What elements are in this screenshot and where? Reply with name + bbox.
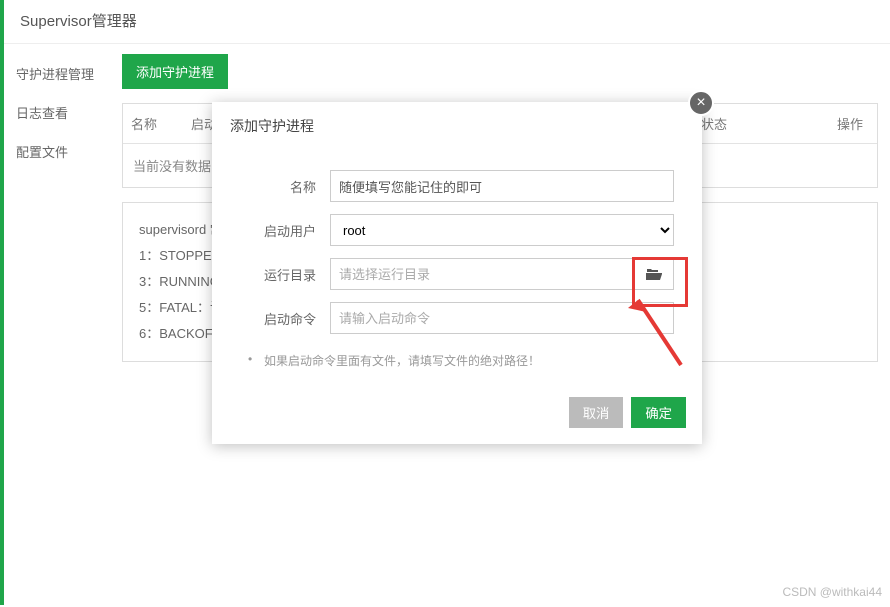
sidebar: 守护进程管理 日志查看 配置文件: [0, 44, 110, 607]
cmd-input[interactable]: [330, 302, 674, 334]
modal-footer: 取消 确定: [212, 385, 702, 444]
modal-title: 添加守护进程: [212, 102, 702, 150]
add-process-modal: × 添加守护进程 名称 启动用户 root 运行目录 启动命令 如果启动: [212, 102, 702, 444]
add-process-button[interactable]: 添加守护进程: [122, 54, 228, 89]
folder-open-icon: [646, 267, 662, 281]
ok-button[interactable]: 确定: [631, 397, 686, 428]
page-title: Supervisor管理器: [20, 13, 137, 30]
dir-input[interactable]: [330, 258, 634, 290]
th-ops: 操作: [773, 104, 877, 143]
empty-text: 当前没有数据: [133, 159, 211, 174]
left-accent: [0, 0, 4, 605]
close-icon[interactable]: ×: [688, 90, 714, 116]
label-user: 启动用户: [240, 221, 330, 240]
name-input[interactable]: [330, 170, 674, 202]
label-cmd: 启动命令: [240, 309, 330, 328]
browse-folder-button[interactable]: [634, 258, 674, 290]
cancel-button[interactable]: 取消: [569, 397, 624, 428]
label-name: 名称: [240, 177, 330, 196]
th-name: 名称: [123, 104, 183, 143]
sidebar-item-logs[interactable]: 日志查看: [0, 93, 110, 132]
page-header: Supervisor管理器: [0, 0, 890, 44]
user-select[interactable]: root: [330, 214, 674, 246]
hint-text: 如果启动命令里面有文件，请填写文件的绝对路径！: [240, 346, 674, 375]
sidebar-item-procs[interactable]: 守护进程管理: [0, 54, 110, 93]
modal-body: 名称 启动用户 root 运行目录 启动命令 如果启动命令里面有文件，请填写文件…: [212, 150, 702, 385]
label-dir: 运行目录: [240, 265, 330, 284]
sidebar-item-config[interactable]: 配置文件: [0, 132, 110, 171]
watermark: CSDN @withkai44: [782, 585, 882, 599]
